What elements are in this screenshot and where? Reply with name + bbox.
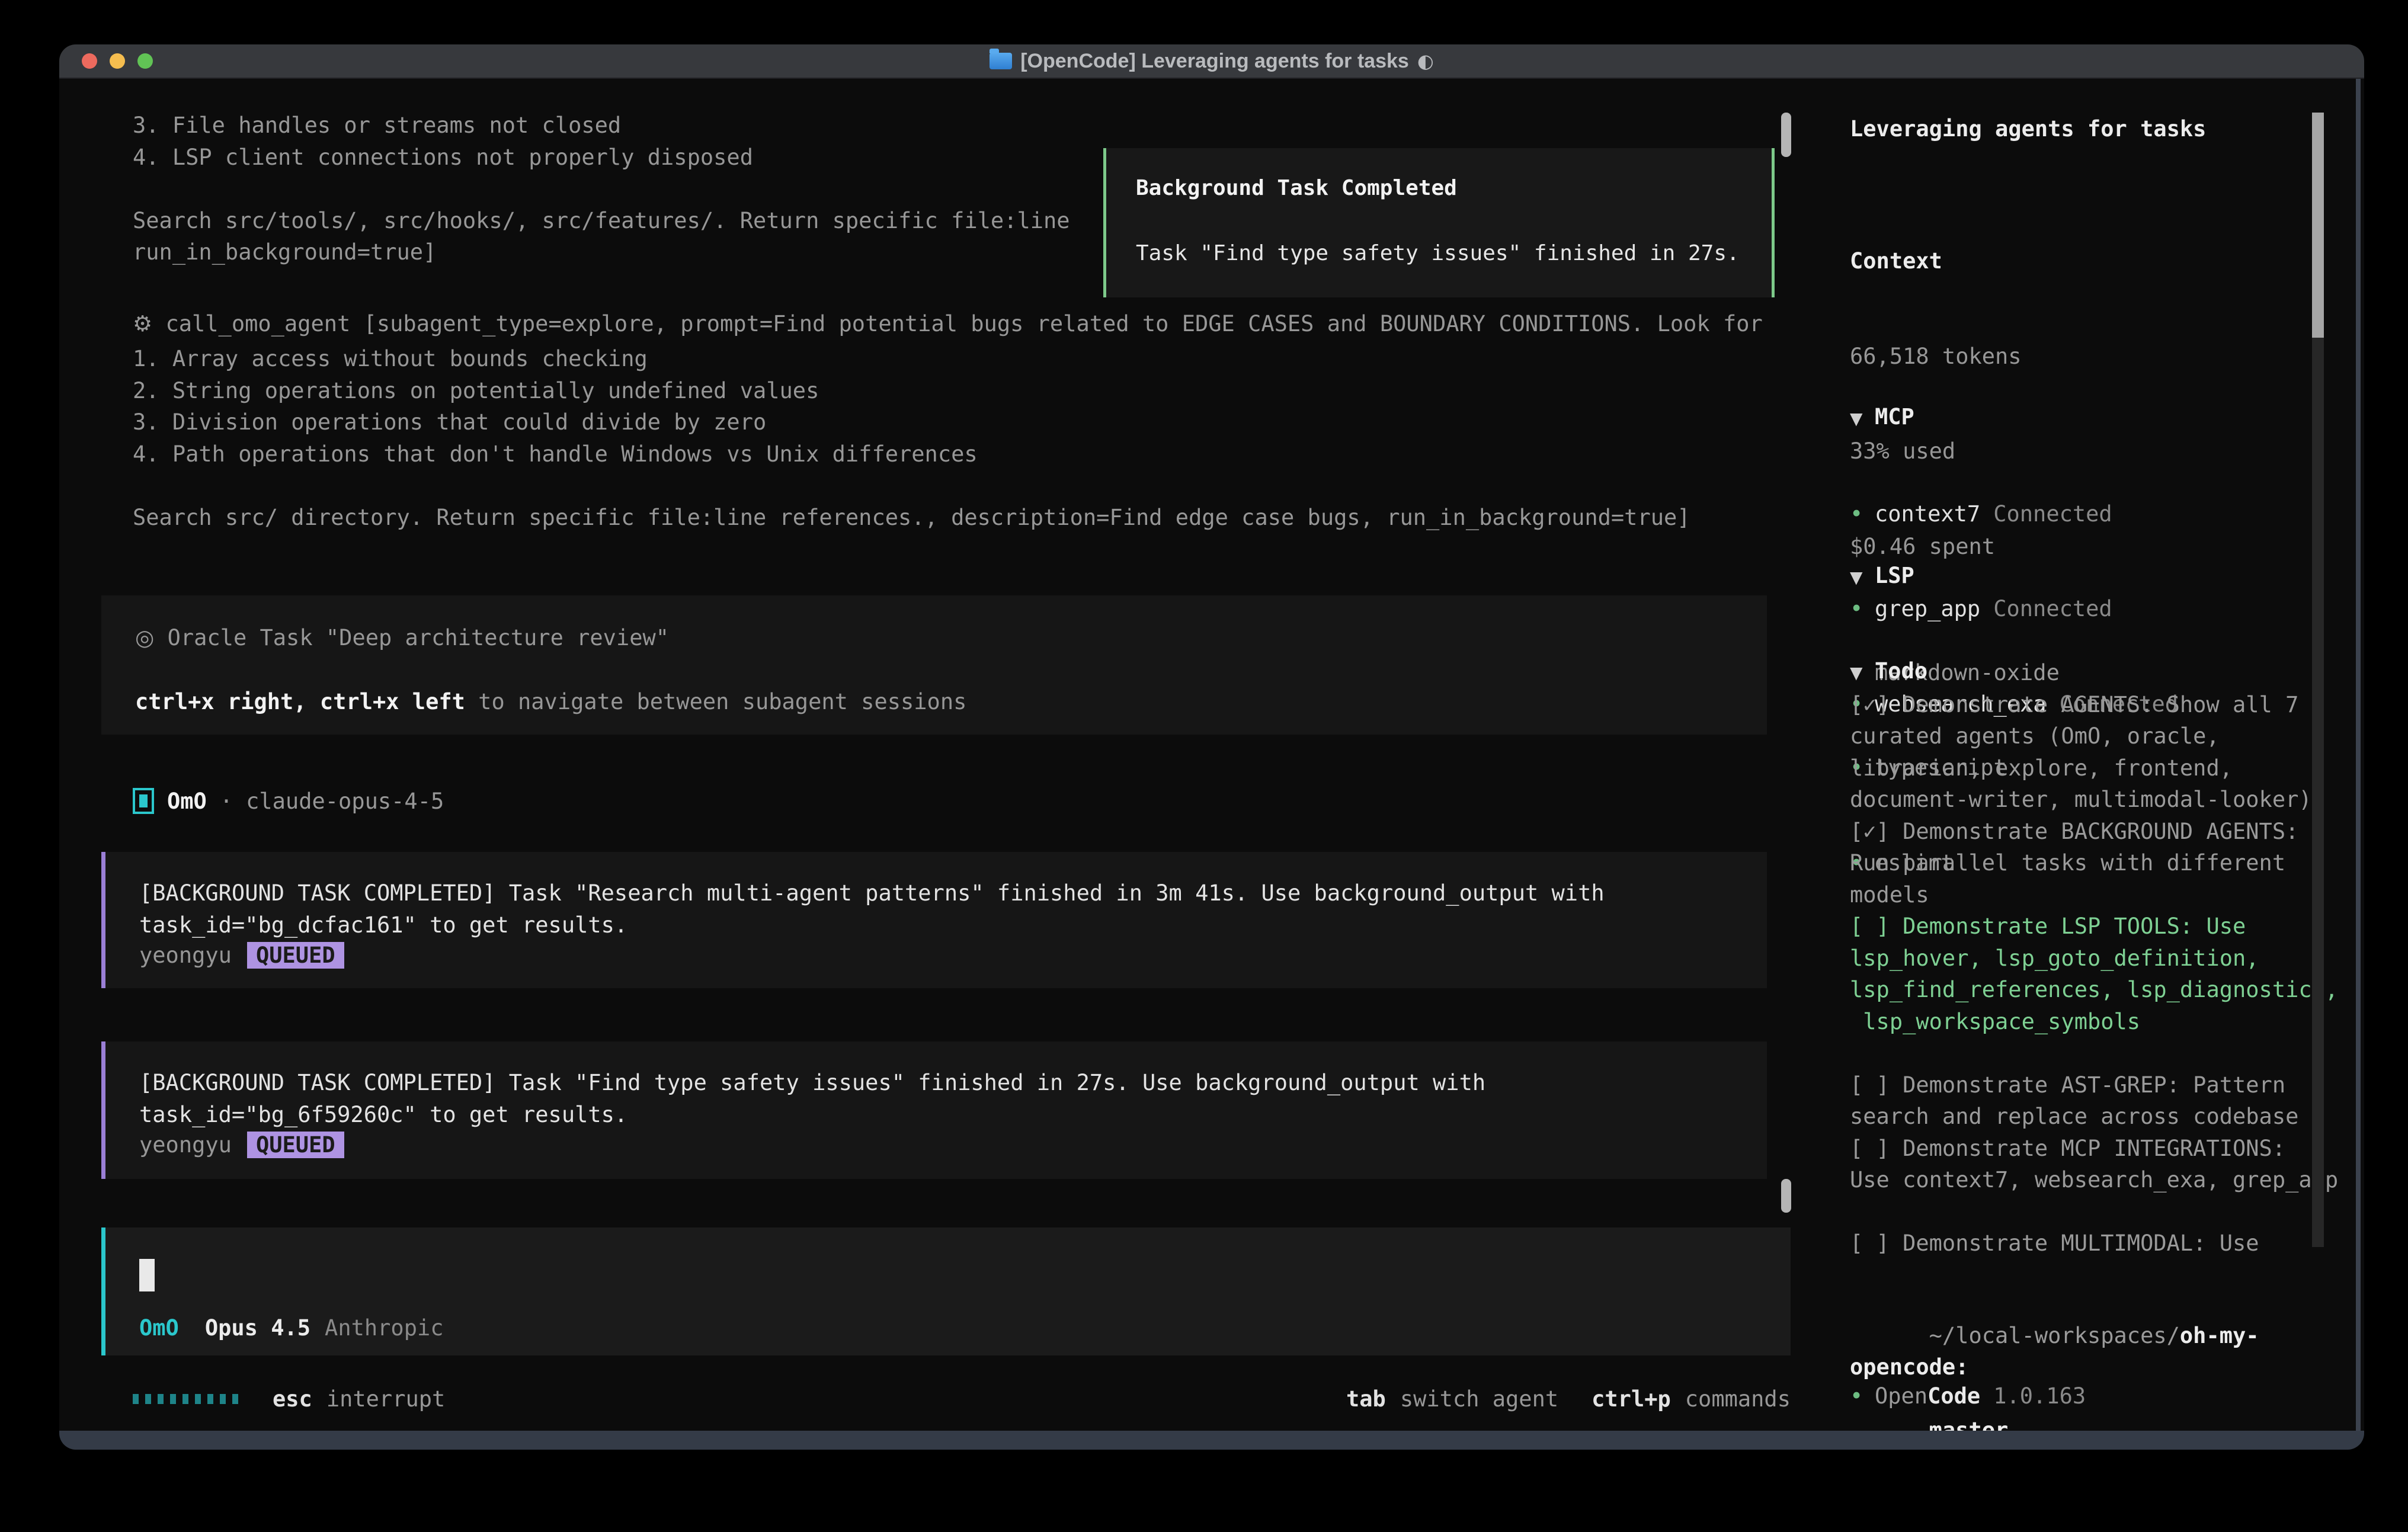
todo-item: [✓] Demonstrate BACKGROUND AGENTS: Run p… (1850, 816, 2338, 911)
chevron-down-icon: ▼ (1850, 657, 1875, 689)
main-scrollbar-thumb-bottom[interactable] (1781, 1179, 1791, 1213)
tool-call-header: call_omo_agent [subagent_type=explore, p… (165, 311, 1762, 336)
input-status-row: OmO Opus 4.5 Anthropic (139, 1315, 444, 1341)
oracle-task-box: ◎ Oracle Task "Deep architecture review"… (101, 595, 1767, 735)
prompt-input[interactable]: OmO Opus 4.5 Anthropic (101, 1227, 1791, 1355)
status-badge: QUEUED (247, 942, 344, 969)
background-task-toast: Background Task Completed Task "Find typ… (1103, 148, 1775, 297)
task-author: yeongyu (139, 943, 232, 968)
text-cursor (139, 1259, 155, 1291)
tab-key-label: switch agent (1400, 1386, 1558, 1412)
window-title-text: [OpenCode] Leveraging agents for tasks (1020, 50, 1409, 73)
terminal-main-pane: 3. File handles or streams not closed 4.… (59, 79, 1792, 1431)
task-message-card: [BACKGROUND TASK COMPLETED] Task "Resear… (101, 852, 1767, 988)
oracle-icon: ◎ (135, 625, 154, 650)
esc-key-hint: esc (273, 1386, 312, 1412)
agent-square-icon (133, 788, 154, 814)
oracle-hint-text: to navigate between subagent sessions (465, 689, 966, 714)
task-author: yeongyu (139, 1132, 232, 1158)
close-button[interactable] (82, 53, 97, 69)
agent-model: claude-opus-4-5 (246, 789, 444, 814)
todo-item: [ ] Demonstrate MULTIMODAL: Use (1850, 1227, 2338, 1259)
window-right-border (2356, 79, 2361, 1431)
agent-session-header: OmO · claude-opus-4-5 (133, 788, 444, 814)
task-message-text: [BACKGROUND TASK COMPLETED] Task "Resear… (139, 877, 1605, 941)
gear-icon: ⚙ (133, 311, 152, 336)
terminal-window: [OpenCode] Leveraging agents for tasks ◐… (59, 44, 2364, 1450)
app-version: 1.0.163 (1993, 1383, 2086, 1409)
todo-section: ▼Todo [✓] Demonstrate AGENTS: Show all 7… (1850, 655, 2338, 1259)
active-agent-label: OmO (139, 1315, 179, 1341)
toast-body: Task "Find type safety issues" finished … (1136, 241, 1740, 265)
esc-key-label: interrupt (326, 1386, 445, 1412)
folder-icon (990, 53, 1012, 69)
todo-section-header[interactable]: ▼Todo (1850, 655, 2338, 689)
active-model-label: Opus 4.5 (205, 1315, 310, 1341)
activity-dots (133, 1394, 238, 1404)
mcp-section-header[interactable]: ▼MCP (1850, 401, 2178, 435)
session-sidebar: Leveraging agents for tasks Context 66,5… (1850, 79, 2364, 1431)
lsp-section-header[interactable]: ▼LSP (1850, 560, 2060, 594)
toast-title: Background Task Completed (1136, 176, 1457, 200)
tool-call-header-row: ⚙ call_omo_agent [subagent_type=explore,… (133, 311, 1763, 336)
ctrlp-key-label: commands (1685, 1386, 1791, 1412)
green-bullet-icon: • (1850, 1383, 1875, 1409)
session-title: Leveraging agents for tasks (1850, 116, 2206, 142)
tab-key-hint: tab (1346, 1386, 1386, 1412)
traffic-lights (82, 44, 153, 78)
status-badge: QUEUED (247, 1132, 344, 1158)
oracle-task-title: Oracle Task "Deep architecture review" (168, 625, 669, 650)
chevron-down-icon: ▼ (1850, 403, 1875, 435)
todo-item: [ ] Demonstrate LSP TOOLS: Use lsp_hover… (1850, 911, 2338, 1037)
oracle-hint-keys: ctrl+x right, ctrl+x left (135, 689, 465, 714)
sidebar-scrollbar-thumb[interactable] (2312, 113, 2324, 338)
chevron-down-icon: ▼ (1850, 562, 1875, 594)
agent-separator: · (220, 789, 233, 814)
window-bottom-border (59, 1431, 2364, 1450)
task-message-text: [BACKGROUND TASK COMPLETED] Task "Find t… (139, 1067, 1485, 1130)
todo-item: [ ] Demonstrate MCP INTEGRATIONS: Use co… (1850, 1133, 2338, 1196)
scrollback-text: 3. File handles or streams not closed 4.… (133, 110, 1070, 268)
task-message-card: [BACKGROUND TASK COMPLETED] Task "Find t… (101, 1041, 1767, 1179)
zoom-button[interactable] (137, 53, 153, 69)
context-header: Context (1850, 245, 2022, 277)
status-bar: esc interrupt tab switch agent ctrl+p co… (133, 1386, 1791, 1412)
todo-item: [✓] Demonstrate AGENTS: Show all 7 curat… (1850, 689, 2338, 816)
tool-call-body: 1. Array access without bounds checking … (133, 343, 1690, 533)
provider-label: Anthropic (325, 1315, 443, 1341)
main-scrollbar-thumb-top[interactable] (1781, 113, 1791, 157)
agent-name: OmO (167, 789, 207, 814)
half-moon-icon: ◐ (1417, 50, 1434, 72)
window-titlebar[interactable]: [OpenCode] Leveraging agents for tasks ◐ (59, 44, 2364, 79)
ctrlp-key-hint: ctrl+p (1592, 1386, 1671, 1412)
todo-item: [ ] Demonstrate AST-GREP: Pattern search… (1850, 1069, 2338, 1133)
minimize-button[interactable] (110, 53, 125, 69)
window-title: [OpenCode] Leveraging agents for tasks ◐ (990, 50, 1434, 73)
version-footer: • OpenCode 1.0.163 (1850, 1383, 2086, 1409)
